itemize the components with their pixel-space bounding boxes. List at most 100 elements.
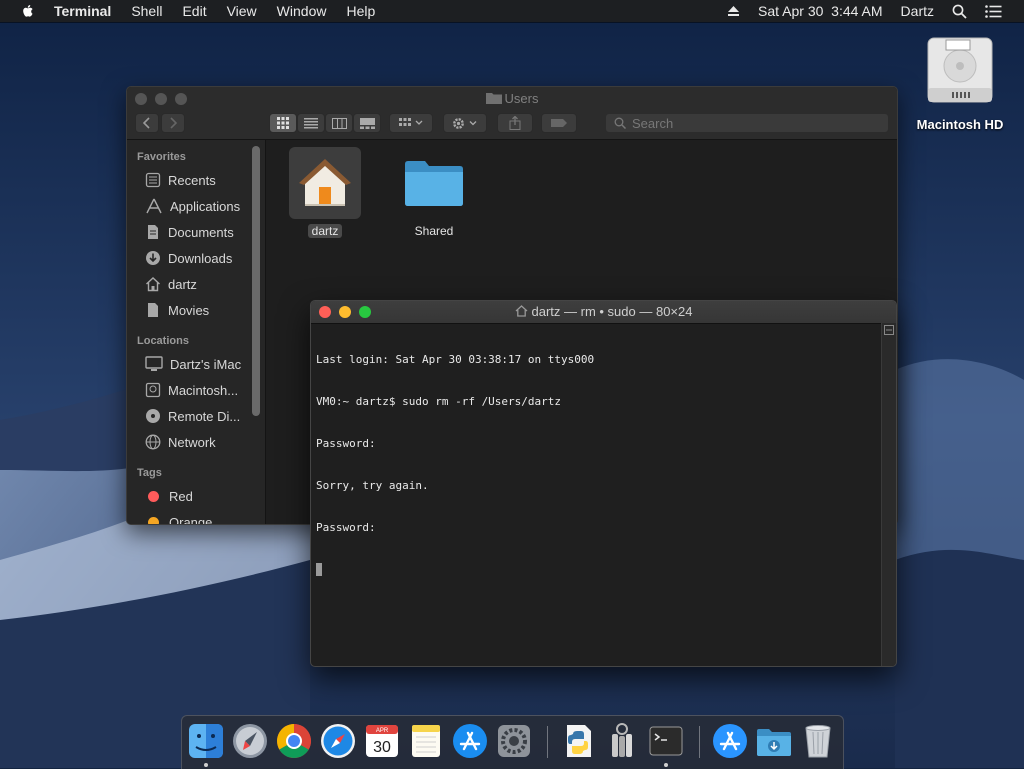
terminal-line: Password: xyxy=(316,437,376,450)
folder-item-shared[interactable]: Shared xyxy=(394,147,474,240)
app-store-dock-icon[interactable] xyxy=(451,722,489,760)
sidebar-label: Recents xyxy=(168,172,216,188)
sidebar-item-downloads[interactable]: Downloads xyxy=(145,247,263,269)
terminal-output[interactable]: Last login: Sat Apr 30 03:38:17 on ttys0… xyxy=(316,325,882,665)
chevron-right-icon xyxy=(170,117,177,129)
disc-icon xyxy=(146,409,160,423)
dock: APR 30 xyxy=(181,715,844,769)
movies-icon xyxy=(148,303,158,317)
spotlight-search-icon[interactable] xyxy=(952,4,967,19)
terminal-dock-icon[interactable] xyxy=(647,722,685,760)
finder-sidebar: Favorites Recents Applications Documents… xyxy=(127,140,266,524)
terminal-title: dartz — rm • sudo — 80×24 xyxy=(311,304,896,319)
safari-dock-icon[interactable] xyxy=(319,722,357,760)
terminal-titlebar[interactable]: dartz — rm • sudo — 80×24 xyxy=(311,301,896,324)
sidebar-tag-red[interactable]: Red xyxy=(145,485,263,507)
share-button[interactable] xyxy=(497,113,533,133)
menu-app-terminal[interactable]: Terminal xyxy=(54,3,111,19)
forward-button[interactable] xyxy=(161,113,185,133)
sidebar-label: Dartz's iMac xyxy=(170,356,242,372)
terminal-title-text: dartz — rm • sudo — 80×24 xyxy=(531,304,693,319)
home-icon xyxy=(515,305,527,317)
sidebar-label: Orange xyxy=(169,514,213,525)
menu-help[interactable]: Help xyxy=(346,3,375,19)
view-gallery-button[interactable] xyxy=(353,113,381,133)
notes-dock-icon[interactable] xyxy=(407,722,445,760)
sidebar-tag-orange[interactable]: Orange xyxy=(145,511,263,525)
sidebar-label: Movies xyxy=(168,302,210,318)
app-store-downloads-dock-icon[interactable] xyxy=(711,722,749,760)
view-icons-button[interactable] xyxy=(269,113,297,133)
chevron-left-icon xyxy=(143,117,150,129)
calendar-dock-icon[interactable]: APR 30 xyxy=(363,722,401,760)
recents-icon xyxy=(145,172,161,188)
sidebar-label: Remote Di... xyxy=(168,408,241,424)
terminal-line: Password: xyxy=(316,521,376,534)
downloads-folder-dock-icon[interactable] xyxy=(755,722,793,760)
menu-shell[interactable]: Shell xyxy=(131,3,162,19)
imac-icon xyxy=(145,356,163,371)
launchpad-dock-icon[interactable] xyxy=(231,722,269,760)
sidebar-scrollbar[interactable] xyxy=(252,146,260,416)
sidebar-item-imac[interactable]: Dartz's iMac xyxy=(145,353,263,375)
system-preferences-dock-icon[interactable] xyxy=(495,722,533,760)
python-launcher-dock-icon[interactable] xyxy=(559,722,597,760)
edit-tags-button[interactable] xyxy=(541,113,577,133)
item-label: Shared xyxy=(414,224,454,238)
chrome-dock-icon[interactable] xyxy=(275,722,313,760)
terminal-line: Last login: Sat Apr 30 03:38:17 on ttys0… xyxy=(316,353,595,366)
document-icon xyxy=(148,225,158,239)
globe-icon xyxy=(145,434,161,450)
sidebar-item-recents[interactable]: Recents xyxy=(145,169,263,191)
finder-dock-icon[interactable] xyxy=(187,722,225,760)
keychain-access-dock-icon[interactable] xyxy=(603,722,641,760)
menu-view[interactable]: View xyxy=(227,3,257,19)
group-by-button[interactable] xyxy=(389,113,433,133)
view-columns-button[interactable] xyxy=(325,113,353,133)
finder-search-field[interactable]: Search xyxy=(605,113,889,133)
terminal-line: Sorry, try again. xyxy=(316,479,429,492)
locations-header: Locations xyxy=(137,335,189,347)
hard-drive-icon xyxy=(927,37,993,103)
sidebar-item-documents[interactable]: Documents xyxy=(145,221,263,243)
folder-icon xyxy=(405,161,463,206)
home-folder-icon xyxy=(299,159,351,206)
sidebar-item-macintosh-hd[interactable]: Macintosh... xyxy=(145,379,263,401)
dock-separator xyxy=(699,726,700,758)
folder-item-dartz[interactable]: dartz xyxy=(285,147,365,240)
sidebar-label: dartz xyxy=(168,276,197,292)
eject-icon[interactable] xyxy=(727,5,740,17)
desktop-drive-macintosh-hd[interactable]: Macintosh HD xyxy=(908,32,1012,132)
columns-view-icon xyxy=(331,117,347,129)
apple-menu-icon[interactable] xyxy=(20,3,36,19)
finder-title-text: Users xyxy=(504,91,539,106)
sidebar-item-applications[interactable]: Applications xyxy=(145,195,263,217)
menu-edit[interactable]: Edit xyxy=(182,3,206,19)
trash-dock-icon[interactable] xyxy=(799,722,837,760)
sidebar-item-movies[interactable]: Movies xyxy=(145,299,263,321)
item-icon-wrap xyxy=(398,147,470,219)
terminal-scrollbar[interactable] xyxy=(881,323,896,666)
item-label: dartz xyxy=(307,224,343,238)
menubar-clock[interactable]: Sat Apr 30 3:44 AM xyxy=(758,3,883,19)
gear-icon xyxy=(453,117,477,129)
finder-title: Users xyxy=(127,91,897,106)
search-icon xyxy=(614,117,626,129)
view-list-button[interactable] xyxy=(297,113,325,133)
menubar-user[interactable]: Dartz xyxy=(901,3,934,19)
back-button[interactable] xyxy=(135,113,159,133)
sidebar-label: Red xyxy=(169,488,193,504)
tags-header: Tags xyxy=(137,467,162,479)
gallery-view-icon xyxy=(359,117,375,129)
sidebar-label: Downloads xyxy=(168,250,233,266)
folder-icon xyxy=(485,93,502,104)
menu-window[interactable]: Window xyxy=(277,3,327,19)
home-icon xyxy=(146,277,160,292)
sidebar-item-network[interactable]: Network xyxy=(145,431,263,453)
sidebar-item-remote-disc[interactable]: Remote Di... xyxy=(145,405,263,427)
notification-center-icon[interactable] xyxy=(985,4,1002,18)
dock-separator xyxy=(547,726,548,758)
scroll-split-icon xyxy=(884,325,894,335)
sidebar-item-dartz[interactable]: dartz xyxy=(145,273,263,295)
action-button[interactable] xyxy=(443,113,487,133)
